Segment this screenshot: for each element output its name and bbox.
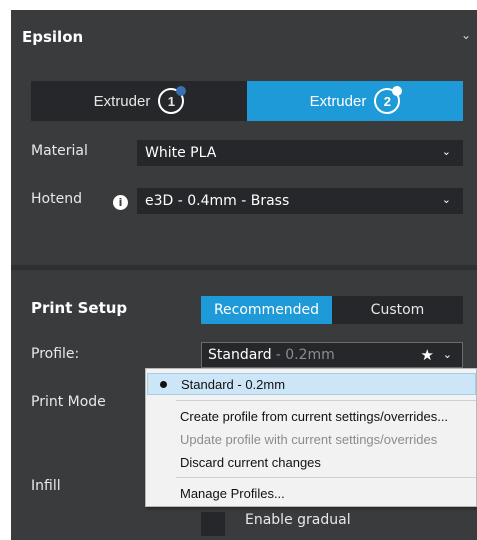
- extruder-number: 1: [167, 93, 175, 109]
- material-color-dot: [392, 86, 403, 96]
- menu-item-update-profile: Update profile with current settings/ove…: [147, 428, 476, 450]
- enable-gradual-label: Enable gradual: [245, 512, 351, 528]
- extruder-tabs: Extruder 1 Extruder 2: [31, 81, 463, 121]
- print-setup-mode-tabs: Recommended Custom: [201, 296, 463, 324]
- printer-panel: [11, 10, 477, 265]
- tab-custom[interactable]: Custom: [332, 296, 463, 324]
- info-icon[interactable]: i: [113, 195, 128, 210]
- tab-recommended[interactable]: Recommended: [201, 296, 332, 324]
- menu-item-manage-profiles[interactable]: Manage Profiles...: [147, 482, 476, 504]
- menu-item-discard-changes[interactable]: Discard current changes: [147, 451, 476, 473]
- extruder-number-badge: 2: [374, 86, 403, 114]
- printer-name[interactable]: Epsilon: [22, 28, 83, 46]
- star-icon: ★: [420, 346, 434, 364]
- chevron-down-icon: ⌄: [441, 193, 451, 206]
- hotend-dropdown[interactable]: e3D - 0.4mm - Brass ⌄: [137, 188, 463, 214]
- print-mode-label: Print Mode: [31, 394, 106, 410]
- chevron-down-icon: ⌄: [441, 145, 451, 158]
- chevron-down-icon: ⌄: [442, 348, 452, 361]
- selected-bullet-icon: [160, 381, 167, 388]
- profile-dropdown[interactable]: Standard - 0.2mm ★ ⌄: [201, 342, 463, 368]
- menu-item-label: Manage Profiles...: [180, 485, 285, 501]
- chevron-down-icon[interactable]: ⌄: [461, 28, 471, 42]
- menu-item-standard-profile[interactable]: Standard - 0.2mm: [147, 373, 476, 395]
- menu-item-label: Update profile with current settings/ove…: [180, 431, 438, 447]
- profile-menu: Standard - 0.2mm Create profile from cur…: [145, 368, 477, 507]
- menu-item-label: Create profile from current settings/ove…: [180, 408, 449, 424]
- material-dropdown[interactable]: White PLA ⌄: [137, 140, 463, 166]
- infill-label: Infill: [31, 478, 61, 494]
- profile-layer-height: - 0.2mm: [275, 347, 335, 363]
- profile-label: Profile:: [31, 346, 80, 362]
- extruder-tab-label: Extruder: [93, 92, 151, 110]
- profile-name: Standard: [208, 347, 272, 363]
- menu-item-label: Discard current changes: [180, 454, 321, 470]
- menu-item-create-profile[interactable]: Create profile from current settings/ove…: [147, 405, 476, 427]
- material-color-dot: [176, 86, 187, 96]
- hotend-value: e3D - 0.4mm - Brass: [145, 193, 290, 209]
- extruder-number: 2: [383, 93, 391, 109]
- extruder-number-badge: 1: [158, 86, 187, 114]
- menu-separator: [176, 477, 476, 478]
- material-label: Material: [31, 143, 88, 159]
- material-value: White PLA: [145, 145, 217, 161]
- extruder-tab-2[interactable]: Extruder 2: [247, 81, 463, 121]
- enable-gradual-checkbox[interactable]: [201, 512, 225, 536]
- extruder-tab-1[interactable]: Extruder 1: [31, 81, 247, 121]
- menu-item-label: Standard - 0.2mm: [181, 376, 286, 392]
- menu-separator: [176, 400, 476, 401]
- print-setup-title: Print Setup: [31, 299, 128, 317]
- hotend-label: Hotend: [31, 191, 82, 207]
- extruder-tab-label: Extruder: [309, 92, 367, 110]
